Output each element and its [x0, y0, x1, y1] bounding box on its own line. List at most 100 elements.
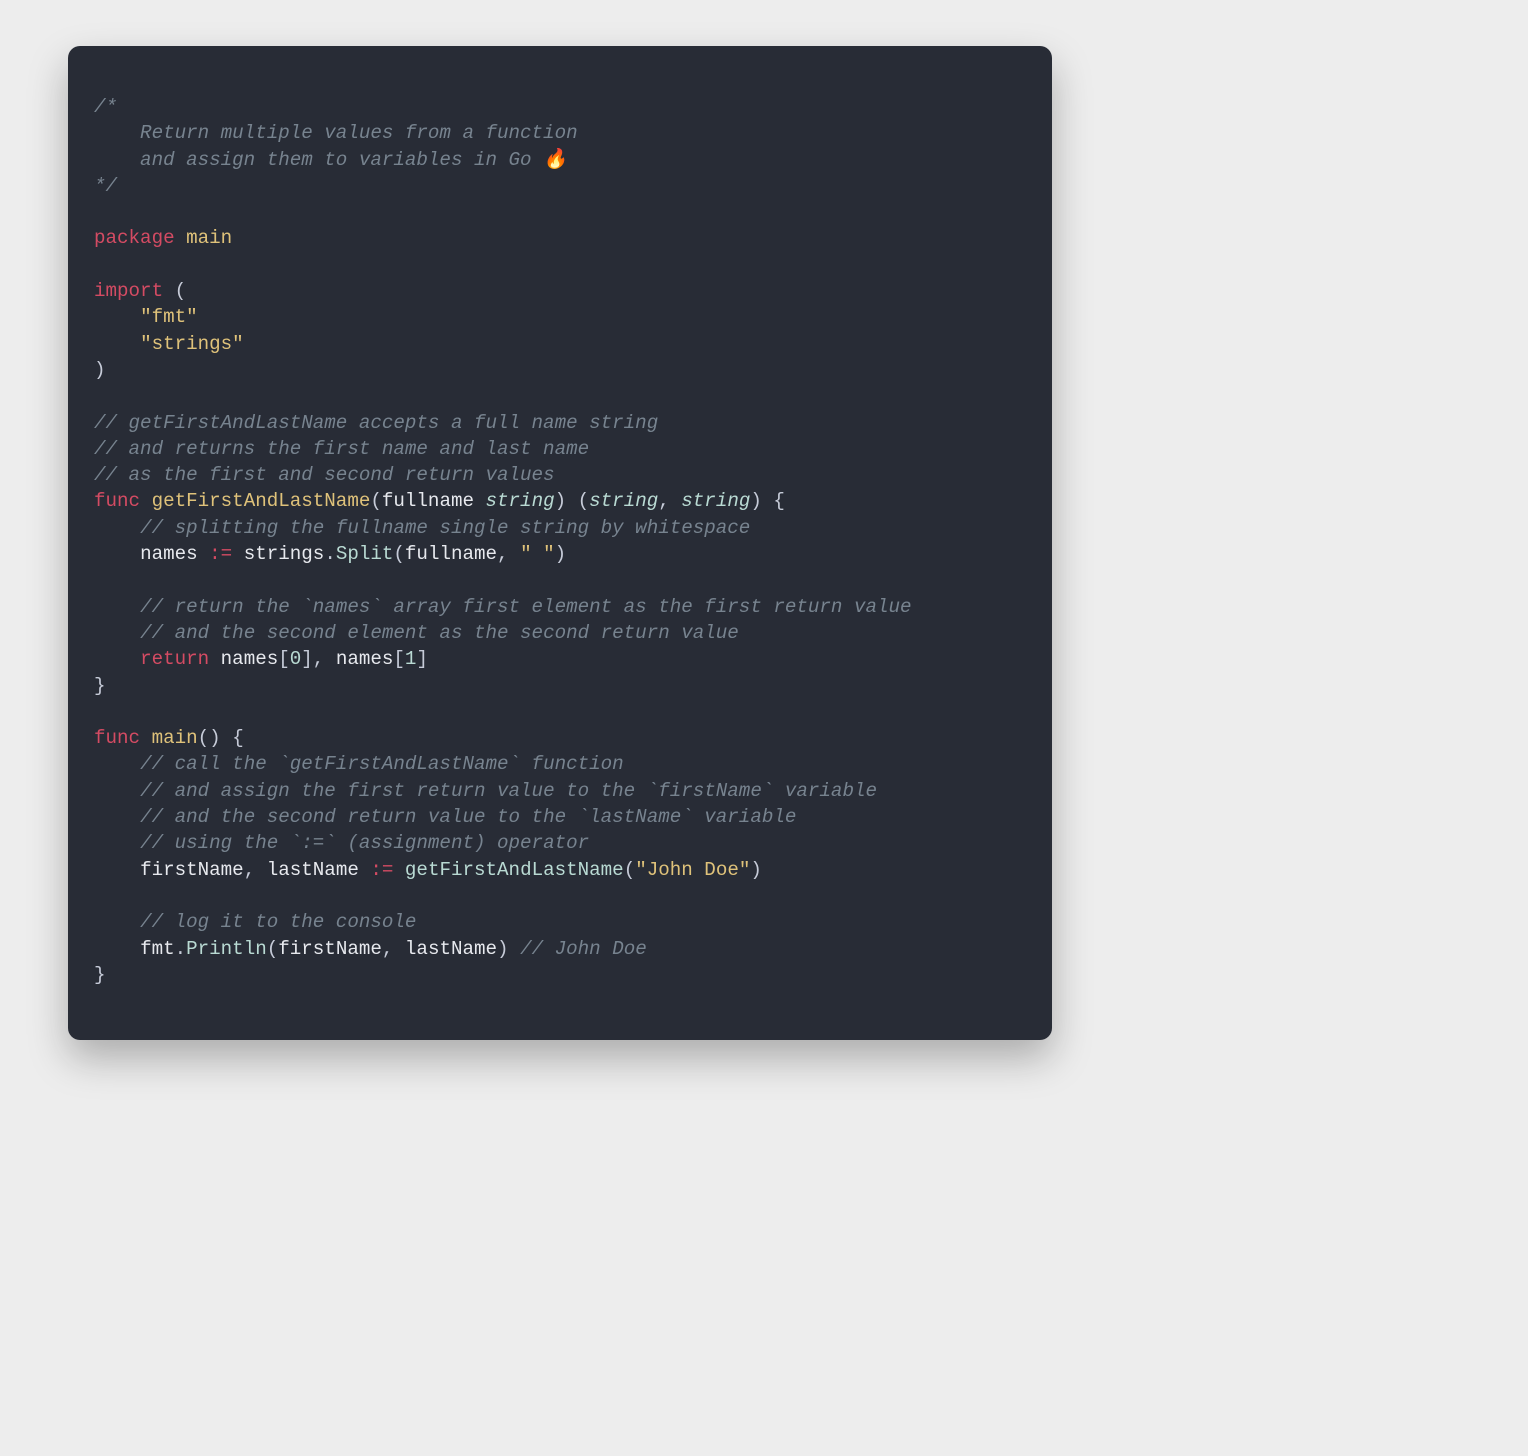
code-token: firstName — [278, 938, 382, 960]
code-token: // getFirstAndLastName accepts a full na… — [94, 412, 658, 434]
code-token: import — [94, 280, 163, 302]
code-block: /* Return multiple values from a functio… — [94, 94, 1026, 988]
code-token — [255, 859, 267, 881]
code-token: // and the second element as the second … — [140, 622, 739, 644]
code-token: ( — [267, 938, 279, 960]
code-line: // and assign the first return value to … — [94, 780, 877, 802]
code-token — [209, 648, 221, 670]
code-line: // as the first and second return values — [94, 464, 555, 486]
code-token: main — [152, 727, 198, 749]
code-line: return names[0], names[1] — [94, 648, 428, 670]
code-token: () — [198, 727, 221, 749]
code-token — [140, 727, 152, 749]
code-token — [393, 859, 405, 881]
code-token: ] — [301, 648, 313, 670]
code-token: , — [497, 543, 509, 565]
code-token: , — [244, 859, 256, 881]
code-line: // and returns the first name and last n… — [94, 438, 589, 460]
code-token: " " — [520, 543, 555, 565]
code-token: /* — [94, 96, 117, 118]
code-token: package — [94, 227, 175, 249]
code-token: , — [313, 648, 325, 670]
code-token: Split — [336, 543, 394, 565]
code-token — [94, 333, 140, 355]
code-token: , — [382, 938, 394, 960]
code-token: , — [658, 490, 670, 512]
code-token — [324, 648, 336, 670]
code-token — [94, 832, 140, 854]
code-line: package main — [94, 227, 232, 249]
code-token: ( — [175, 280, 187, 302]
code-token — [94, 306, 140, 328]
code-token: lastName — [405, 938, 497, 960]
code-token — [175, 227, 187, 249]
code-line: // getFirstAndLastName accepts a full na… — [94, 412, 658, 434]
code-line: } — [94, 964, 106, 986]
code-token — [221, 727, 233, 749]
code-token: names — [221, 648, 279, 670]
code-line: */ — [94, 175, 117, 197]
code-token: // using the `:=` (assignment) operator — [140, 832, 589, 854]
code-token: return — [140, 648, 209, 670]
code-token — [566, 490, 578, 512]
code-token — [94, 780, 140, 802]
code-line: /* — [94, 96, 117, 118]
code-token: string — [589, 490, 658, 512]
code-token: firstName — [140, 859, 244, 881]
code-token — [94, 596, 140, 618]
code-token — [94, 543, 140, 565]
code-token: ) — [497, 938, 509, 960]
code-token: fullname — [405, 543, 497, 565]
code-token: // splitting the fullname single string … — [140, 517, 750, 539]
code-token: getFirstAndLastName — [405, 859, 624, 881]
code-token: "strings" — [140, 333, 244, 355]
code-token — [94, 859, 140, 881]
code-line: fmt.Println(firstName, lastName) // John… — [94, 938, 647, 960]
code-token: . — [324, 543, 336, 565]
code-line: // call the `getFirstAndLastName` functi… — [94, 753, 624, 775]
code-line: // and the second return value to the `l… — [94, 806, 796, 828]
code-token: func — [94, 727, 140, 749]
code-line: firstName, lastName := getFirstAndLastNa… — [94, 859, 762, 881]
code-token — [140, 490, 152, 512]
code-line: names := strings.Split(fullname, " ") — [94, 543, 566, 565]
code-token — [94, 517, 140, 539]
code-token: 1 — [405, 648, 417, 670]
code-token: ] — [416, 648, 428, 670]
code-line: "fmt" — [94, 306, 198, 328]
code-token: string — [681, 490, 750, 512]
code-token: // call the `getFirstAndLastName` functi… — [140, 753, 624, 775]
code-token — [509, 938, 521, 960]
code-token: ) — [555, 543, 567, 565]
code-token: } — [94, 675, 106, 697]
code-token — [94, 753, 140, 775]
code-token — [509, 543, 521, 565]
code-token: [ — [278, 648, 290, 670]
code-line: } — [94, 675, 106, 697]
code-token: . — [175, 938, 187, 960]
code-token: ( — [370, 490, 382, 512]
code-token: names — [336, 648, 394, 670]
code-line: ) — [94, 359, 106, 381]
code-token: ( — [624, 859, 636, 881]
code-token: 0 — [290, 648, 302, 670]
code-token: and assign them to variables in Go 🔥 — [94, 149, 567, 171]
code-token: ) — [750, 490, 762, 512]
code-line: // splitting the fullname single string … — [94, 517, 750, 539]
code-token: main — [186, 227, 232, 249]
code-token: Println — [186, 938, 267, 960]
code-token: ) — [94, 359, 106, 381]
code-token — [94, 622, 140, 644]
code-token: fmt — [140, 938, 175, 960]
code-token: := — [370, 859, 393, 881]
code-token — [474, 490, 486, 512]
code-token — [198, 543, 210, 565]
code-token: // as the first and second return values — [94, 464, 555, 486]
code-token: [ — [393, 648, 405, 670]
code-token: // and assign the first return value to … — [140, 780, 877, 802]
code-line: // return the `names` array first elemen… — [94, 596, 912, 618]
code-line: func main() { — [94, 727, 244, 749]
code-token — [359, 859, 371, 881]
code-token: fullname — [382, 490, 474, 512]
code-token: string — [486, 490, 555, 512]
